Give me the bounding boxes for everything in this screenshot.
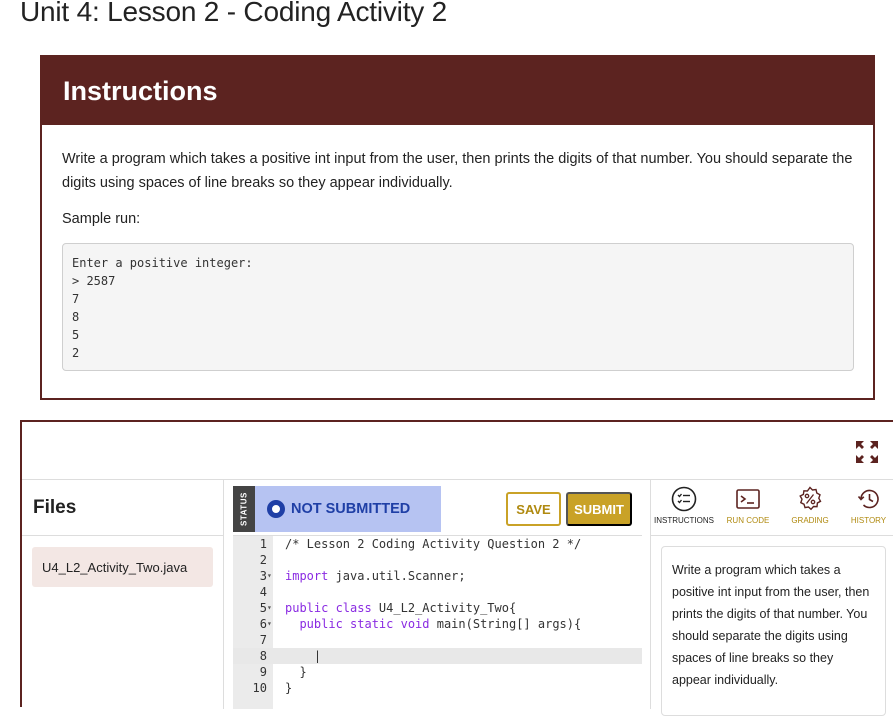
code-line[interactable]: 1 /* Lesson 2 Coding Activity Question 2…: [233, 536, 642, 552]
tab-run-code[interactable]: RUN CODE: [717, 484, 779, 534]
tab-history[interactable]: HISTORY: [841, 484, 893, 534]
instructions-header: Instructions: [42, 57, 873, 125]
expand-icon[interactable]: [853, 438, 881, 466]
code-text: public class U4_L2_Activity_Two{: [285, 601, 517, 615]
instructions-heading: Instructions: [63, 75, 218, 106]
editor-toolbar: STATUS NOT SUBMITTED SAVE SUBMIT: [233, 480, 642, 536]
code-line[interactable]: 6 ▾ public static void main(String[] arg…: [233, 616, 642, 632]
line-number: 9: [259, 665, 267, 679]
tab-label: INSTRUCTIONS: [654, 516, 714, 525]
code-ide: Files U4_L2_Activity_Two.java STATUS NOT…: [20, 420, 893, 716]
checklist-icon: [671, 486, 697, 512]
side-tabs: INSTRUCTIONS RUN CODE GRADING HISTORY: [651, 480, 893, 536]
sample-line: 5: [72, 328, 80, 342]
line-number: 2: [259, 553, 267, 567]
code-text: }: [285, 681, 293, 695]
grading-percent-icon: [799, 486, 822, 511]
tab-instructions[interactable]: INSTRUCTIONS: [651, 484, 717, 534]
save-button[interactable]: SAVE: [506, 492, 561, 526]
file-item[interactable]: U4_L2_Activity_Two.java: [32, 547, 213, 587]
line-number: 5: [259, 601, 267, 615]
status-tab[interactable]: STATUS: [233, 486, 255, 532]
sample-run-label: Sample run:: [62, 211, 141, 227]
code-keyword: import: [285, 569, 329, 583]
tab-label: RUN CODE: [726, 516, 770, 525]
code-keyword: public static void: [299, 617, 430, 631]
status-text: NOT SUBMITTED: [291, 501, 411, 517]
line-number: 1: [259, 537, 267, 551]
code-line[interactable]: 7: [233, 632, 642, 648]
ide-topbar: [22, 422, 893, 480]
code-line[interactable]: 10 }: [233, 680, 642, 696]
line-number: 8: [259, 649, 267, 663]
fold-icon[interactable]: ▾: [267, 600, 275, 616]
submit-button[interactable]: SUBMIT: [566, 492, 632, 526]
terminal-icon: [736, 489, 760, 509]
code-text: }: [285, 665, 307, 679]
side-instructions-text: Write a program which takes a positive i…: [661, 546, 886, 716]
sample-line: 8: [72, 310, 80, 324]
code-text: |: [285, 649, 322, 663]
page-title: Unit 4: Lesson 2 - Coding Activity 2: [20, 0, 448, 27]
code-text: import java.util.Scanner;: [285, 569, 466, 583]
editor-panel: STATUS NOT SUBMITTED SAVE SUBMIT 1 /* Le…: [233, 480, 642, 709]
tab-grading[interactable]: GRADING: [779, 484, 841, 534]
fold-icon[interactable]: ▾: [267, 568, 275, 584]
sample-line: Enter a positive integer:: [72, 256, 253, 270]
code-line-active[interactable]: 8 |: [233, 648, 642, 664]
code-line[interactable]: 2: [233, 552, 642, 568]
side-panel: INSTRUCTIONS RUN CODE GRADING HISTORY Wr…: [650, 480, 893, 716]
code-text: public static void main(String[] args){: [299, 617, 582, 631]
line-number: 7: [259, 633, 267, 647]
tab-label: GRADING: [791, 516, 829, 525]
line-number: 6: [259, 617, 267, 631]
code-keyword: public class: [285, 601, 372, 615]
sample-run-output: Enter a positive integer: > 2587 7 8 5 2: [62, 243, 854, 371]
files-title: Files: [22, 480, 223, 536]
line-number: 10: [252, 681, 267, 695]
sample-line: > 2587: [72, 274, 116, 288]
tab-label: HISTORY: [850, 516, 887, 525]
instructions-description: Write a program which takes a positive i…: [62, 151, 853, 191]
status-dot-icon: [267, 500, 285, 518]
sample-line: 2: [72, 346, 80, 360]
instructions-panel: Instructions Write a program which takes…: [40, 55, 875, 400]
code-line[interactable]: 4: [233, 584, 642, 600]
code-editor[interactable]: 1 /* Lesson 2 Coding Activity Question 2…: [233, 536, 642, 709]
code-line[interactable]: 3 ▾ import java.util.Scanner;: [233, 568, 642, 584]
code-line[interactable]: 9 }: [233, 664, 642, 680]
status-badge: NOT SUBMITTED: [255, 486, 441, 532]
sample-line: 7: [72, 292, 80, 306]
code-text: /* Lesson 2 Coding Activity Question 2 *…: [285, 537, 582, 551]
line-number: 4: [259, 585, 267, 599]
code-line[interactable]: 5 ▾ public class U4_L2_Activity_Two{: [233, 600, 642, 616]
instructions-body: Write a program which takes a positive i…: [42, 125, 873, 371]
history-icon: [857, 489, 879, 509]
fold-icon[interactable]: ▾: [267, 616, 275, 632]
files-panel: Files U4_L2_Activity_Two.java: [22, 480, 224, 709]
line-number: 3: [259, 569, 267, 583]
